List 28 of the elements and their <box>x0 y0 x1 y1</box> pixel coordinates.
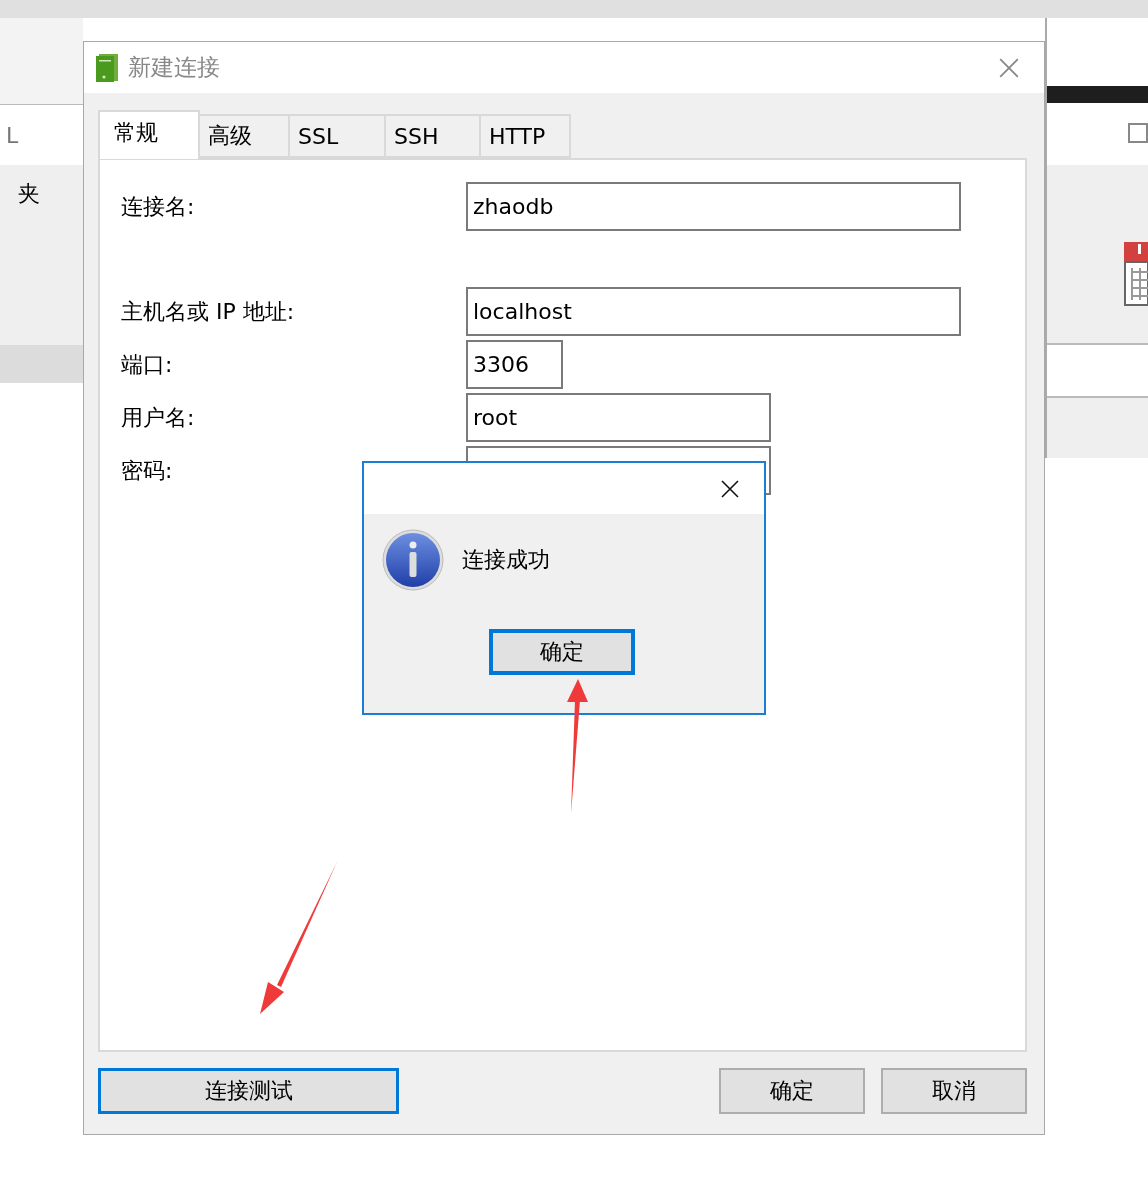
field-label: 密码: <box>121 456 174 485</box>
dialog-button[interactable]: 取消 <box>881 1068 1027 1114</box>
tab[interactable]: 高级 <box>198 114 290 158</box>
ok-button[interactable]: 确定 <box>488 629 635 675</box>
field-label: 连接名: <box>121 192 196 221</box>
tab[interactable]: SSH <box>384 114 481 158</box>
test-connection-button[interactable]: 连接测试 <box>98 1068 399 1114</box>
dialog-title: 新建连接 <box>128 53 221 82</box>
calendar-icon[interactable] <box>1124 242 1148 306</box>
sidebar-label: L <box>6 122 19 148</box>
close-icon <box>998 56 1020 79</box>
sidebar-item[interactable]: 夹 <box>18 179 40 209</box>
maximize-icon[interactable] <box>1128 123 1148 145</box>
close-icon <box>720 478 740 499</box>
tab[interactable]: SSL <box>288 114 386 158</box>
database-icon <box>96 53 118 82</box>
input-field[interactable]: 3306 <box>466 340 563 389</box>
tab[interactable]: 常规 <box>98 110 200 159</box>
message-text: 连接成功 <box>462 546 550 574</box>
input-field[interactable]: root <box>466 393 771 442</box>
input-field[interactable]: zhaodb <box>466 182 961 231</box>
field-label: 主机名或 IP 地址: <box>121 297 296 326</box>
field-label: 端口: <box>121 350 174 379</box>
input-field[interactable]: localhost <box>466 287 961 336</box>
info-icon <box>382 529 444 591</box>
tab[interactable]: HTTP <box>479 114 571 158</box>
field-label: 用户名: <box>121 403 196 432</box>
dialog-button[interactable]: 确定 <box>719 1068 865 1114</box>
